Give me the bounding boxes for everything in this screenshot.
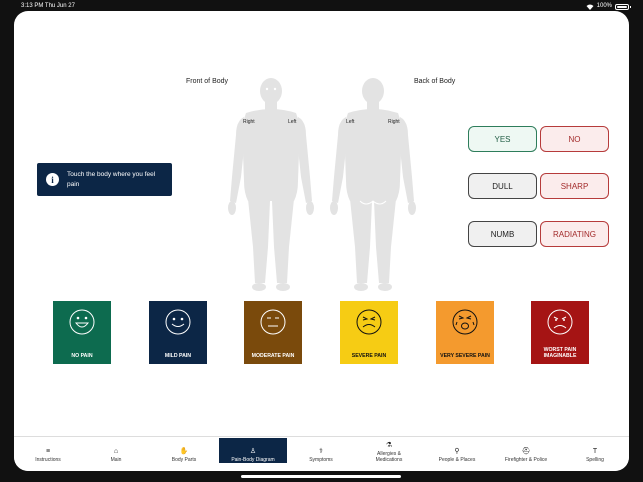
big-smile-face-icon [69, 309, 95, 335]
tab-bar: ≡ Instructions ⌂ Main ✋ Body Parts ♙ Pai… [14, 436, 629, 471]
tab-people-places[interactable]: ⚲ People & Places [423, 438, 491, 463]
pain-label: MILD PAIN [164, 353, 192, 359]
very-severe-pain-card[interactable]: VERY SEVERE PAIN [436, 301, 494, 364]
home-icon: ⌂ [113, 448, 119, 455]
crying-face-icon [452, 309, 478, 335]
tab-label: Symptoms [309, 457, 333, 463]
device-screen: 3:13 PM Thu Jun 27 100% Front of Body Ba… [0, 0, 643, 482]
tab-allergies-medications[interactable]: ⚗ Allergies & Medications [355, 438, 423, 463]
tab-label: Firefighter & Police [504, 457, 548, 463]
front-body-diagram[interactable] [228, 77, 314, 295]
tab-pain-body-diagram[interactable]: ♙ Pain-Body Diagram [219, 438, 287, 463]
back-right-label: Right [388, 119, 400, 125]
front-of-body-title: Front of Body [186, 78, 229, 85]
no-pain-card[interactable]: NO PAIN [53, 301, 111, 364]
yes-button[interactable]: YES [468, 126, 537, 152]
severe-pain-card[interactable]: SEVERE PAIN [340, 301, 398, 364]
tab-spelling[interactable]: T Spelling [561, 438, 629, 463]
helmet-icon: ⛑ [521, 448, 531, 455]
hand-icon: ✋ [179, 448, 189, 455]
tab-label: Spelling [586, 457, 604, 463]
tab-label: Main [110, 457, 122, 463]
pain-label: WORST PAIN IMAGINABLE [543, 347, 577, 359]
no-button[interactable]: NO [540, 126, 609, 152]
moderate-pain-card[interactable]: MODERATE PAIN [244, 301, 302, 364]
sharp-button[interactable]: SHARP [540, 173, 609, 199]
pain-label: SEVERE PAIN [351, 353, 387, 359]
instruction-banner: i Touch the body where you feel pain [37, 163, 172, 196]
tab-firefighter-police[interactable]: ⛑ Firefighter & Police [491, 438, 561, 463]
tab-label: Allergies & Medications [375, 451, 403, 463]
grimace-face-icon [356, 309, 382, 335]
worst-pain-card[interactable]: WORST PAIN IMAGINABLE [531, 301, 589, 364]
tab-body-parts[interactable]: ✋ Body Parts [150, 438, 218, 463]
battery-percent: 100% [596, 3, 612, 9]
frown-face-icon [547, 309, 573, 335]
numb-button[interactable]: NUMB [468, 221, 537, 247]
tab-label: Instructions [35, 457, 61, 463]
back-body-diagram[interactable] [330, 77, 416, 295]
tab-label: People & Places [438, 457, 476, 463]
pain-label: VERY SEVERE PAIN [440, 353, 490, 359]
app-window: Front of Body Back of Body Right Left Le… [14, 11, 629, 471]
mild-pain-card[interactable]: MILD PAIN [149, 301, 207, 364]
smile-face-icon [165, 309, 191, 335]
symptoms-icon: ⚕ [319, 448, 323, 455]
tab-label: Body Parts [171, 457, 197, 463]
tab-symptoms[interactable]: ⚕ Symptoms [287, 438, 355, 463]
tab-label: Pain-Body Diagram [231, 457, 275, 463]
wifi-icon [586, 4, 594, 10]
pain-label: NO PAIN [71, 353, 93, 359]
front-right-label: Right [243, 119, 255, 125]
people-places-icon: ⚲ [454, 448, 460, 455]
tab-main[interactable]: ⌂ Main [82, 438, 150, 463]
list-icon: ≡ [45, 448, 51, 455]
info-icon: i [46, 173, 59, 186]
radiating-button[interactable]: RADIATING [540, 221, 609, 247]
neutral-face-icon [260, 309, 286, 335]
instruction-text: Touch the body where you feel pain [67, 170, 156, 188]
battery-icon [615, 3, 631, 10]
dull-button[interactable]: DULL [468, 173, 537, 199]
tab-instructions[interactable]: ≡ Instructions [14, 438, 82, 463]
status-time: 3:13 PM Thu Jun 27 [21, 3, 75, 9]
back-left-label: Left [346, 119, 355, 125]
home-indicator[interactable] [241, 475, 401, 478]
front-left-label: Left [288, 119, 297, 125]
pain-label: MODERATE PAIN [251, 353, 295, 359]
text-icon: T [592, 448, 598, 455]
medication-icon: ⚗ [385, 442, 393, 449]
status-indicators: 100% [586, 2, 631, 11]
person-icon: ♙ [249, 448, 257, 455]
back-of-body-title: Back of Body [414, 78, 456, 85]
